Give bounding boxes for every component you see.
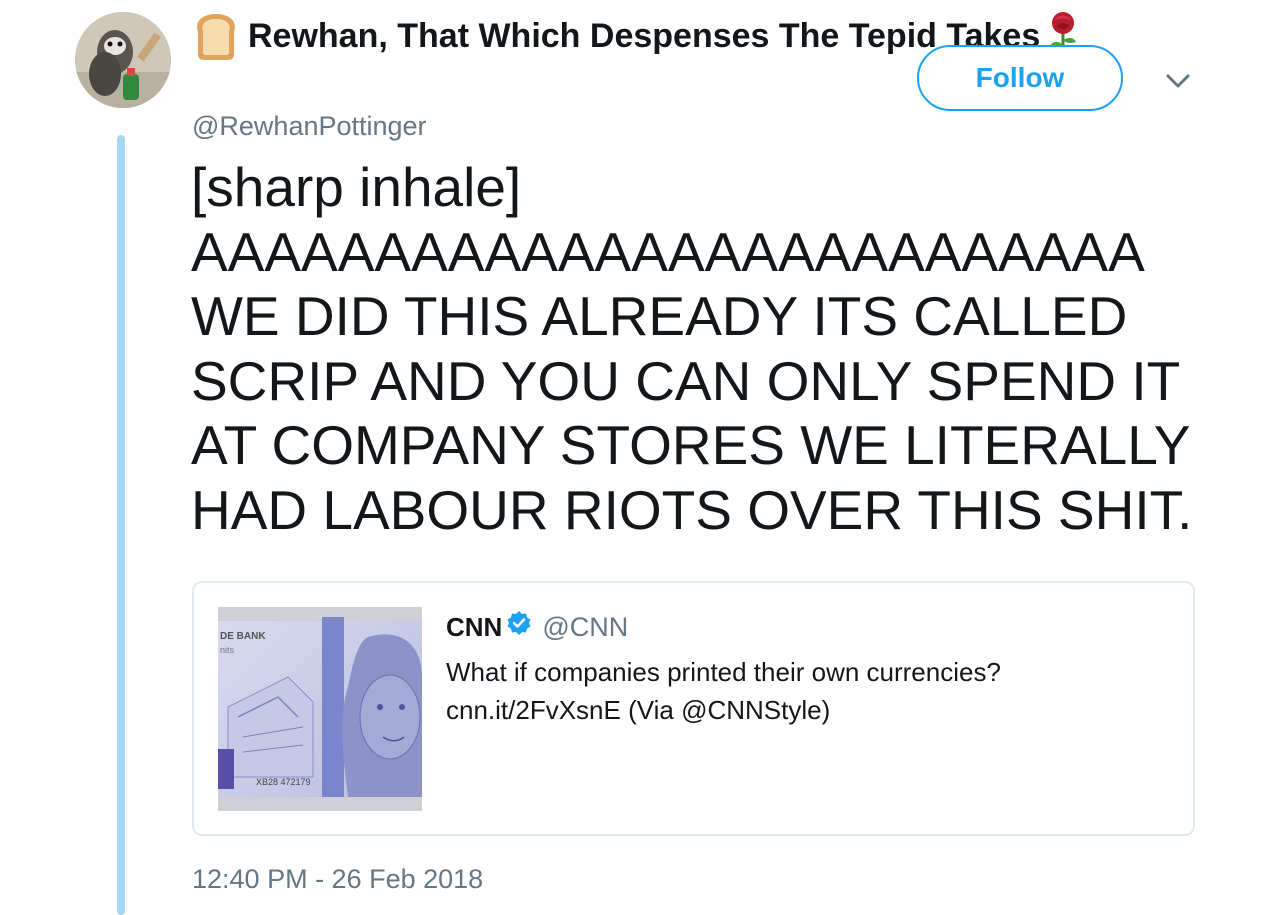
- quoted-tweet-text-line: cnn.it/2FvXsnE (Via @CNNStyle): [446, 695, 831, 725]
- quoted-tweet-body: CNN @CNN What if companies printed their…: [446, 609, 1166, 729]
- tweet-text: [sharp inhale] AAAAAAAAAAAAAAAAAAAAAAAAA…: [191, 155, 1221, 542]
- tweet-text-line: WE DID THIS ALREADY ITS CALLED: [191, 285, 1128, 347]
- author-display-name[interactable]: Rewhan, That Which Despenses The Tepid T…: [248, 17, 1040, 56]
- quoted-tweet-name[interactable]: CNN: [446, 612, 502, 643]
- quoted-tweet-text: What if companies printed their own curr…: [446, 653, 1166, 729]
- thread-line: [117, 135, 125, 915]
- quoted-tweet-card[interactable]: DE BANK nits XB28 472179 CNN @CNN What i…: [192, 581, 1195, 836]
- quoted-tweet-handle[interactable]: @CNN: [542, 612, 628, 643]
- author-handle[interactable]: @RewhanPottinger: [192, 111, 427, 142]
- thumbnail-serial: XB28 472179: [256, 777, 311, 787]
- tweet-text-line: AT COMPANY STORES WE LITERALLY: [191, 414, 1191, 476]
- follow-button[interactable]: Follow: [917, 45, 1123, 111]
- quoted-tweet-thumbnail[interactable]: DE BANK nits XB28 472179: [218, 607, 422, 811]
- verified-badge-icon: [506, 610, 532, 636]
- tweet-text-line: SCRIP AND YOU CAN ONLY SPEND IT: [191, 349, 1181, 412]
- chevron-down-icon[interactable]: [1163, 66, 1193, 96]
- avatar[interactable]: [75, 12, 171, 108]
- tweet-text-line: AAAAAAAAAAAAAAAAAAAAAAAAAA: [191, 220, 1145, 283]
- bread-icon: [192, 10, 240, 62]
- quoted-tweet-header: CNN @CNN: [446, 609, 1166, 645]
- thumbnail-bank-text: DE BANK: [220, 631, 266, 642]
- tweet-text-line: HAD LABOUR RIOTS OVER THIS SHIT.: [191, 478, 1193, 541]
- tweet-text-line: [sharp inhale]: [191, 156, 522, 218]
- thumbnail-bank-sub: nits: [220, 645, 235, 655]
- quoted-tweet-text-line: What if companies printed their own curr…: [446, 657, 1001, 687]
- tweet-timestamp[interactable]: 12:40 PM - 26 Feb 2018: [192, 864, 483, 895]
